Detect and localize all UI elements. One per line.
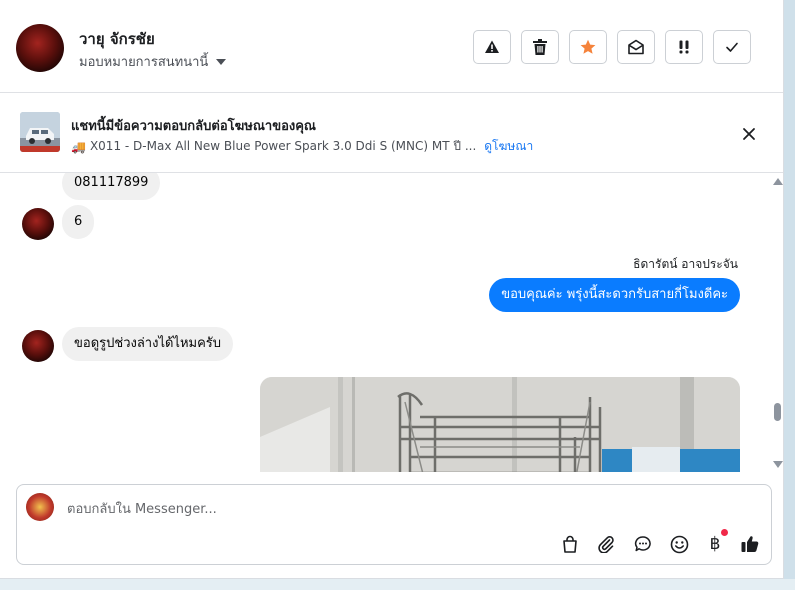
trash-icon — [533, 39, 547, 55]
baht-icon: ฿ — [709, 534, 721, 554]
message-bubble-incoming[interactable]: ขอดูรูปช่วงล่างได้ไหมครับ — [62, 327, 234, 361]
follow-up-button[interactable] — [665, 30, 703, 64]
check-icon — [726, 42, 738, 52]
like-button[interactable] — [738, 532, 762, 556]
ad-details: 🚚 X011 - D-Max All New Blue Power Spark … — [71, 137, 533, 156]
scroll-down-arrow[interactable] — [773, 461, 783, 468]
photo-image — [260, 377, 740, 472]
scroll-up-arrow[interactable] — [773, 178, 783, 185]
delete-button[interactable] — [521, 30, 559, 64]
background-strip-bottom — [0, 579, 795, 590]
background-strip — [784, 0, 795, 590]
sender-name: ธิดารัตน์ อาจประจัน — [633, 257, 738, 271]
smiley-icon — [670, 535, 688, 553]
ad-text: X011 - D-Max All New Blue Power Spark 3.… — [89, 139, 477, 153]
star-icon — [580, 39, 596, 54]
mark-unread-button[interactable] — [617, 30, 655, 64]
truck-icon: 🚚 — [71, 139, 86, 154]
exclamation-icon — [679, 40, 689, 54]
conversation-header: วายุ จักรชัย มอบหมายการสนทนานี้ — [0, 0, 783, 93]
close-icon — [743, 128, 755, 140]
conversation-panel: วายุ จักรชัย มอบหมายการสนทนานี้ แชทนี้มี… — [0, 0, 784, 579]
contact-name[interactable]: วายุ จักรชัย — [79, 27, 155, 51]
assign-conversation-dropdown[interactable]: มอบหมายการสนทนานี้ — [79, 51, 227, 72]
report-button[interactable] — [473, 30, 511, 64]
star-button[interactable] — [569, 30, 607, 64]
message-bubble-incoming[interactable]: 6 — [62, 205, 95, 239]
paperclip-icon — [598, 536, 614, 553]
message-thread[interactable]: 081117899 6 ธิดารัตน์ อาจประจัน ขอบคุณค่… — [0, 173, 783, 472]
assign-label: มอบหมายการสนทนานี้ — [79, 55, 209, 70]
emoji-button[interactable] — [667, 532, 691, 556]
bag-icon — [563, 535, 577, 553]
ad-thumbnail[interactable] — [20, 112, 60, 152]
caret-down-icon — [216, 58, 227, 65]
close-banner-button[interactable] — [737, 122, 761, 146]
ad-reply-banner: แชทนี้มีข้อความตอบกลับต่อโฆษณาของคุณ 🚚 X… — [0, 93, 783, 173]
bag-button[interactable] — [558, 532, 582, 556]
contact-avatar[interactable] — [16, 24, 64, 72]
attach-button[interactable] — [594, 532, 618, 556]
ad-banner-title: แชทนี้มีข้อความตอบกลับต่อโฆษณาของคุณ — [71, 119, 316, 134]
message-bubble-incoming[interactable]: 081117899 — [62, 173, 161, 200]
attached-photo[interactable] — [260, 377, 740, 472]
warning-icon — [485, 40, 499, 53]
view-ad-link[interactable]: ดูโฆษณา — [484, 137, 533, 156]
sender-avatar[interactable] — [22, 330, 54, 362]
saved-replies-button[interactable] — [631, 532, 655, 556]
mark-done-button[interactable] — [713, 30, 751, 64]
scrollbar-thumb[interactable] — [774, 403, 781, 421]
message-bubble-outgoing[interactable]: ขอบคุณค่ะ พรุ่งนี้สะดวกรับสายกี่โมงดีคะ — [489, 278, 740, 312]
sender-avatar[interactable] — [22, 208, 54, 240]
open-envelope-icon — [628, 39, 644, 55]
page-avatar — [26, 493, 54, 521]
notification-dot — [721, 529, 728, 536]
reply-input[interactable] — [65, 497, 669, 521]
thumbs-up-icon — [741, 536, 759, 552]
message-composer: ฿ — [16, 484, 772, 565]
chat-bubble-icon — [634, 536, 651, 552]
